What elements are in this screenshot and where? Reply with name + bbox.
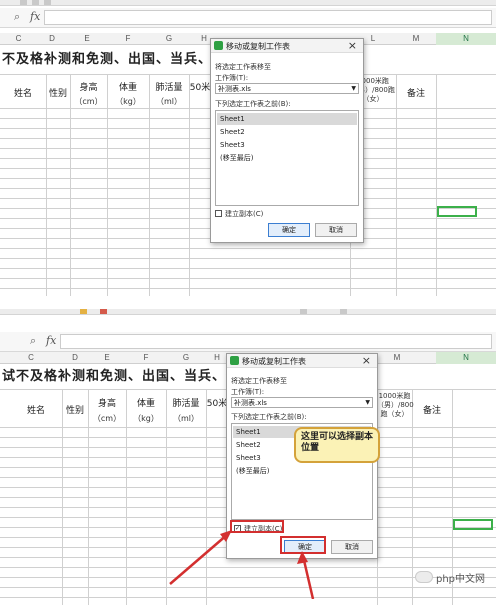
toolbar-icon[interactable] [300, 309, 307, 314]
toolbar-icon[interactable] [44, 0, 51, 5]
toolbar-icon[interactable] [32, 0, 39, 5]
column-header[interactable]: G [149, 33, 189, 45]
workbook-select[interactable]: 补测表.xls ▼ [231, 397, 373, 408]
header-note: 备注 [422, 406, 441, 416]
toolbar [0, 309, 496, 315]
header-weight-unit: （kg） [115, 97, 141, 106]
move-copy-dialog: 移动或复制工作表 × 将选定工作表移至 工作簿(T): 补测表.xls ▼ 下列… [210, 38, 364, 243]
column-header[interactable]: E [88, 352, 126, 364]
header-height-unit: （cm） [92, 414, 122, 423]
toolbar-icon[interactable] [340, 309, 347, 314]
workbook-label: 工作簿(T): [215, 74, 249, 82]
close-icon[interactable]: × [348, 39, 357, 52]
function-icon[interactable]: fx [46, 334, 56, 347]
formula-input[interactable] [44, 10, 492, 25]
selected-cell[interactable] [437, 206, 477, 217]
column-header[interactable]: F [107, 33, 149, 45]
header-name: 姓名 [13, 89, 32, 99]
toolbar [0, 0, 496, 6]
header-gender: 性别 [48, 89, 67, 99]
list-item[interactable]: Sheet2 [217, 126, 357, 138]
column-header[interactable]: F [126, 352, 166, 364]
header-lung-unit: （ml） [172, 414, 199, 423]
dialog-title: 移动或复制工作表 [226, 42, 290, 51]
column-header[interactable]: D [62, 352, 88, 364]
column-header-selected[interactable]: N [436, 352, 496, 364]
annotation-arrows [169, 530, 315, 599]
column-header[interactable]: D [37, 33, 67, 45]
callout-note: 这里可以选择副本位置 [294, 427, 380, 463]
header-weight: 体重 [136, 399, 155, 409]
toolbar-icon[interactable] [80, 309, 87, 314]
formula-input[interactable] [60, 334, 492, 349]
header-height-unit: （cm） [74, 97, 103, 106]
column-header[interactable]: C [0, 33, 37, 45]
section-label: 将选定工作表移至 [215, 63, 271, 71]
list-item[interactable]: (移至最后) [217, 152, 357, 164]
column-header[interactable]: G [166, 352, 206, 364]
header-1000m: 1000米跑（男）/800跑（女） [377, 392, 414, 418]
close-icon[interactable]: × [362, 354, 371, 367]
chevron-down-icon: ▼ [351, 85, 356, 92]
panel-separator [0, 296, 496, 309]
arrow-head [297, 551, 308, 564]
workbook-value: 补测表.xls [234, 399, 267, 407]
toolbar-icon[interactable] [100, 309, 107, 314]
screenshot-panel-1: ⌕ fx C D E F G H L M N 不及格补测和免测、出国、当兵、休学 [0, 0, 496, 296]
dialog-title: 移动或复制工作表 [242, 357, 306, 366]
function-icon[interactable]: fx [30, 10, 40, 23]
sheet-title: 不及格补测和免测、出国、当兵、休学 [2, 52, 241, 67]
chevron-down-icon: ▼ [365, 399, 370, 406]
dialog-titlebar: 移动或复制工作表 × [227, 354, 377, 368]
list-item[interactable]: Sheet3 [217, 139, 357, 151]
sheet-title: 试不及格补测和免测、出国、当兵、休学 [2, 369, 255, 384]
before-label: 下列选定工作表之前(B): [215, 100, 291, 108]
workbook-select[interactable]: 补测表.xls ▼ [215, 83, 359, 94]
watermark: php中文网 [436, 574, 486, 585]
list-item[interactable]: Sheet1 [217, 113, 357, 125]
header-gender: 性别 [65, 406, 84, 416]
formula-bar: ⌕ fx [0, 332, 496, 352]
column-header[interactable]: H [206, 352, 228, 364]
workbook-label: 工作簿(T): [231, 388, 265, 396]
screenshot-panel-2: ⌕ fx C D E F G H M N 试不及格补测和免测、出国、当兵、休学 … [0, 309, 496, 605]
header-50m: 50米 [206, 399, 228, 409]
php-logo-icon [415, 571, 433, 583]
wps-app-icon [230, 356, 239, 365]
header-name: 姓名 [26, 406, 45, 416]
dialog-titlebar: 移动或复制工作表 × [211, 39, 363, 53]
header-note: 备注 [406, 89, 425, 99]
header-weight-unit: （kg） [133, 414, 159, 423]
cancel-button[interactable]: 取消 [315, 223, 357, 237]
copy-label: 建立副本(C) [225, 210, 264, 218]
workbook-value: 补测表.xls [218, 85, 251, 93]
header-lung: 肺活量 [172, 399, 200, 409]
header-weight: 体重 [118, 83, 137, 93]
column-header[interactable]: M [377, 352, 417, 364]
sheet-list[interactable]: Sheet1 Sheet2 Sheet3 (移至最后) [215, 110, 359, 206]
section-label: 将选定工作表移至 [231, 377, 287, 385]
formula-bar: ⌕ fx [0, 8, 496, 28]
header-50m: 50米 [189, 83, 211, 93]
search-icon[interactable]: ⌕ [14, 10, 20, 24]
search-icon[interactable]: ⌕ [30, 334, 36, 348]
column-header[interactable]: C [0, 352, 62, 364]
before-label: 下列选定工作表之前(B): [231, 413, 307, 421]
column-header[interactable]: M [396, 33, 436, 45]
list-item[interactable]: (移至最后) [233, 465, 371, 477]
column-header-selected[interactable]: N [436, 33, 496, 45]
column-header[interactable]: E [67, 33, 107, 45]
header-lung: 肺活量 [155, 83, 183, 93]
ok-button[interactable]: 确定 [268, 223, 310, 237]
header-height: 身高 [79, 83, 98, 93]
copy-checkbox[interactable] [215, 210, 222, 217]
selected-cell[interactable] [453, 519, 493, 530]
header-lung-unit: （ml） [155, 97, 182, 106]
toolbar-icon[interactable] [20, 0, 27, 5]
header-height: 身高 [97, 399, 116, 409]
wps-app-icon [214, 41, 223, 50]
arrow-to-checkbox [169, 533, 229, 585]
